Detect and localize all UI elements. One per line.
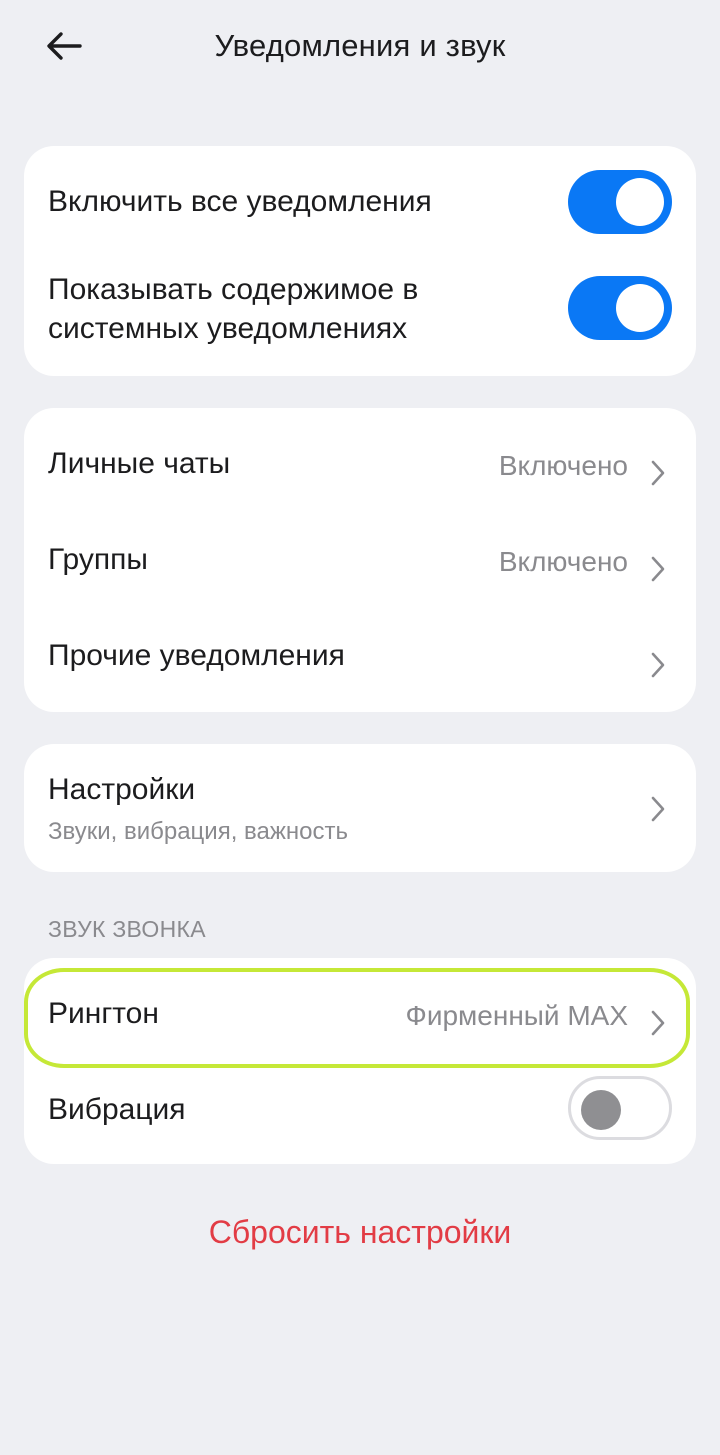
settings-row[interactable]: Настройки Звуки, вибрация, важность	[24, 744, 696, 872]
list-item-label: Группы	[48, 543, 148, 576]
enable-all-row[interactable]: Включить все уведомления	[24, 164, 696, 240]
list-item-label: Прочие уведомления	[48, 639, 345, 672]
enable-all-toggle[interactable]	[568, 170, 672, 234]
chevron-right-icon	[651, 556, 665, 582]
ringtone-card: Рингтон Фирменный MAX Вибрация	[24, 958, 696, 1164]
top-bar: Уведомления и звук	[0, 0, 720, 94]
vibration-label: Вибрация	[48, 1093, 186, 1126]
vibration-row[interactable]: Вибрация	[24, 1062, 696, 1158]
chevron-right-icon	[651, 1010, 665, 1036]
ringtone-row[interactable]: Рингтон Фирменный MAX	[24, 966, 696, 1062]
chevron-right-icon	[651, 460, 665, 486]
section-header-ringtone: ЗВУК ЗВОНКА	[48, 916, 206, 942]
notifications-toggles-card: Включить все уведомления Показывать соде…	[24, 146, 696, 376]
list-item-value: Включено	[498, 450, 628, 481]
list-item-groups[interactable]: Группы Включено	[24, 512, 696, 608]
notifications-sound-screen: Уведомления и звук Включить все уведомле…	[0, 0, 720, 1455]
enable-all-label: Включить все уведомления	[48, 185, 432, 218]
vibration-toggle[interactable]	[568, 1076, 672, 1140]
list-item-other-notifications[interactable]: Прочие уведомления	[24, 608, 696, 704]
chats-card: Личные чаты Включено Группы Включено Про…	[24, 408, 696, 712]
settings-subtitle: Звуки, вибрация, важность	[48, 818, 349, 845]
toggle-knob	[616, 178, 664, 226]
show-content-label-line1: Показывать содержимое в	[48, 273, 419, 306]
list-item-value: Включено	[498, 546, 628, 577]
list-item-label: Личные чаты	[48, 447, 231, 480]
page-title: Уведомления и звук	[214, 28, 506, 63]
toggle-knob	[581, 1090, 621, 1130]
settings-card: Настройки Звуки, вибрация, важность	[24, 744, 696, 872]
show-content-row[interactable]: Показывать содержимое в системных уведом…	[24, 262, 696, 358]
chevron-right-icon	[651, 796, 665, 822]
reset-settings-button[interactable]: Сбросить настройки	[0, 1214, 720, 1251]
settings-title: Настройки	[48, 773, 196, 806]
list-item-personal-chats[interactable]: Личные чаты Включено	[24, 416, 696, 512]
show-content-label-line2: системных уведомлениях	[48, 312, 408, 345]
ringtone-label: Рингтон	[48, 997, 159, 1030]
ringtone-value: Фирменный MAX	[405, 1000, 628, 1031]
show-content-toggle[interactable]	[568, 276, 672, 340]
toggle-knob	[616, 284, 664, 332]
chevron-right-icon	[651, 652, 665, 678]
